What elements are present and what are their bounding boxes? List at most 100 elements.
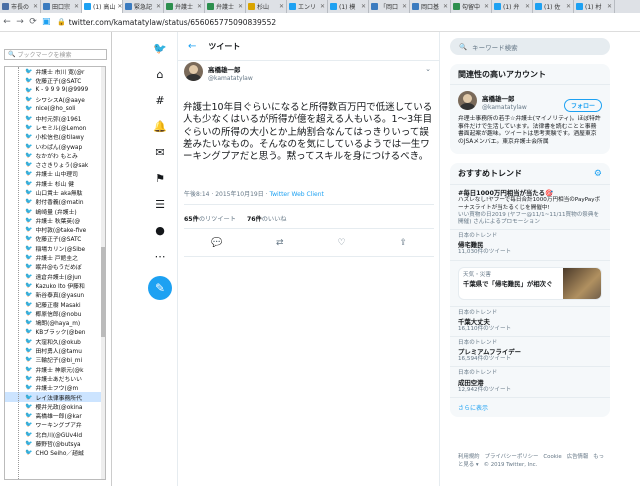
more-icon[interactable]: ⋯ [150,246,170,266]
trend-item[interactable]: 日本のトレンド 成田空港 12,942件のツイート [450,367,610,398]
trend-item[interactable]: 日本のトレンド プレミアムフライデー 16,594件のツイート [450,337,610,368]
bookmark-item[interactable]: 🐦 稲場カリン(@Sibe [5,244,105,253]
browser-tab[interactable]: 「岡口 ✕ [369,0,410,13]
tweet-author[interactable]: 高橋雄一郎 @kamatatylaw [184,62,253,82]
notifications-bell-icon[interactable]: 🔔 [150,116,170,136]
close-icon[interactable]: ✕ [279,3,284,10]
back-arrow-icon[interactable]: ← [188,41,196,52]
retweets-stat[interactable]: 65件のリツイート [184,214,236,223]
close-icon[interactable]: ✕ [117,3,122,10]
bookmark-item[interactable]: 🐦 弁護士フウ(@m [5,383,105,392]
bookmark-item[interactable]: 🐦 櫻井光政(@okina [5,402,105,411]
likes-stat[interactable]: 76件のいいね [247,214,287,223]
url-field[interactable]: 🔒 twitter.com/kamatatylaw/status/6560657… [57,18,276,27]
avatar[interactable] [458,91,477,110]
scrollbar[interactable] [101,67,105,479]
browser-tab[interactable]: 勾留中 ✕ [451,0,492,13]
url-text[interactable]: twitter.com/kamatatylaw/status/656065775… [69,18,276,27]
bookmark-item[interactable]: 🐦 中村元弥(@1961 [5,113,105,123]
close-icon[interactable]: ✕ [484,3,489,10]
bookmark-item[interactable]: 🐦 なかがわ もとみ [5,151,105,160]
account-handle[interactable]: @kamatatylaw [482,104,527,111]
avatar[interactable] [184,62,203,81]
browser-tab[interactable]: 弁護士 ✕ [205,0,246,13]
bookmark-item[interactable]: 🐦 CHO Seiho／趙誠 [5,448,105,457]
trend-item[interactable]: 日本のトレンド 帰宅難民 11,030件のツイート [450,230,610,261]
bookmark-item[interactable]: 🐦 北白川(@GUv4ld [5,430,105,439]
bookmark-item[interactable]: 🐦 レモミル(@Lemon [5,123,105,132]
browser-tab[interactable]: (1) 佐 ✕ [533,0,574,13]
gear-icon[interactable]: ⚙ [594,169,602,179]
bookmark-item[interactable]: 🐦 弁護士 杉山 健 [5,179,105,188]
browser-tab[interactable]: 岡口基 ✕ [410,0,451,13]
close-icon[interactable]: ✕ [361,3,366,10]
bookmark-item[interactable]: 🐦 眠井@もうだめぼ [5,262,105,271]
close-icon[interactable]: ✕ [320,3,325,10]
close-icon[interactable]: ✕ [238,3,243,10]
bookmark-item[interactable]: 🐦 射付香義(@matin [5,197,105,206]
bookmark-item[interactable]: 🐦 大窪和久(@okub [5,337,105,346]
tweet-client-link[interactable]: Twitter Web Client [269,191,323,198]
bookmark-item[interactable]: 🐦 遠倉弁護士(@jun [5,272,105,281]
close-icon[interactable]: ✕ [197,3,202,10]
close-icon[interactable]: ✕ [525,3,530,10]
bookmark-item[interactable]: 🐦 佐藤正子(@SATC [5,76,105,85]
bookmark-item[interactable]: 🐦 ワーキングプア弁 [5,420,105,429]
news-card[interactable]: 天気・災害 千葉県で「帰宅難民」が相次ぐ [458,266,602,300]
bookmark-item[interactable]: 🐦 弁護士 秋葉英(@ [5,216,105,225]
bookmark-item[interactable]: 🐦 田村勇人(@tamu [5,346,105,355]
footer-link[interactable]: プライバシーポリシー [485,454,539,460]
messages-envelope-icon[interactable]: ✉ [150,142,170,162]
follow-button[interactable]: フォロー [564,99,602,112]
reload-icon[interactable]: ⟳ [29,17,37,27]
browser-tab[interactable]: 緊急記 ✕ [123,0,164,13]
bookmark-item[interactable]: 🐦 シワシスA(@aaye [5,95,105,104]
bookmarks-icon[interactable]: ⚑ [150,168,170,188]
bookmark-item[interactable]: 🐦 レイ法律事務所代 [5,392,105,402]
bookmark-item[interactable]: 🐦 弁護士 市川 寛(@r [5,67,105,76]
forward-arrow-icon[interactable]: → [16,17,24,27]
bookmark-item[interactable]: 🐦 山口貴士 aka無駄 [5,188,105,197]
share-icon[interactable]: ⇪ [399,238,407,248]
browser-tab[interactable]: 杉山 ✕ [246,0,287,13]
show-more-link[interactable]: さらに表示 [450,398,610,417]
close-icon[interactable]: ✕ [156,3,161,10]
bookmark-item[interactable]: 🐦 K - 9 9 9 9(@9999 [5,86,105,95]
account-card[interactable]: 高橋雄一郎 @kamatatylaw フォロー 弁理士事務所の若手☆弁護士(マイ… [450,85,610,154]
close-icon[interactable]: ✕ [402,3,407,10]
trend-item[interactable]: #毎日1000万円相当が当たる🎯 ハズレなし!ヤフーで毎日合計1000万円相当のP… [450,185,610,231]
bookmark-item[interactable]: 🐦 KBブラック(@ben [5,327,105,336]
bookmark-item[interactable]: 🐦 弁護士 戸館圭之 [5,253,105,262]
like-heart-icon[interactable]: ♡ [337,238,345,248]
back-arrow-icon[interactable]: ← [3,17,11,27]
browser-tab[interactable]: (1) 模 ✕ [328,0,369,13]
bookmark-item[interactable]: 🐦 Kazuko Ito 伊藤和 [5,281,105,290]
footer-link[interactable]: Cookie [543,454,561,460]
author-name[interactable]: 高橋雄一郎 [208,64,253,74]
explore-hash-icon[interactable]: # [150,90,170,110]
footer-link[interactable]: 利用規約 [458,454,480,460]
twitter-bird-icon[interactable]: 🐦 [150,38,170,58]
browser-tab[interactable]: 田口宗 ✕ [41,0,82,13]
bookmark-item[interactable]: 🐦 弁護士 神原元(@k [5,365,105,374]
bookmark-item[interactable]: 🐦 ささきりょう(@sak [5,160,105,169]
close-icon[interactable]: ✕ [566,3,571,10]
compose-tweet-button[interactable]: ✎ [148,276,172,300]
scrollbar-thumb[interactable] [101,247,105,337]
bookmark-item[interactable]: 🐦 鳩朗(@haya_m) [5,318,105,327]
tweet-timestamp[interactable]: 午後8:14 · 2015年10月19日 · [184,191,269,198]
browser-tab[interactable]: (1) 高山 ✕ [82,0,123,13]
close-icon[interactable]: ✕ [33,3,38,10]
footer-link[interactable]: © 2019 Twitter, Inc. [484,462,538,468]
search-input[interactable]: 🔍 キーワード検索 [450,38,610,55]
bookmark-item[interactable]: 🐦 新谷泰真(@yasun [5,290,105,299]
bookmark-search-input[interactable]: 🔍 ブックマークを検索 [4,49,107,60]
browser-tab[interactable]: エンリ ✕ [287,0,328,13]
retweet-icon[interactable]: ⇄ [276,238,284,248]
home-icon[interactable]: ⌂ [150,64,170,84]
bookmark-folder-icon[interactable]: ▣ [42,17,51,27]
bookmark-item[interactable]: 🐦 藤野哲(@butsya [5,439,105,448]
lists-icon[interactable]: ☰ [150,194,170,214]
close-icon[interactable]: ✕ [74,3,79,10]
close-icon[interactable]: ✕ [607,3,612,10]
